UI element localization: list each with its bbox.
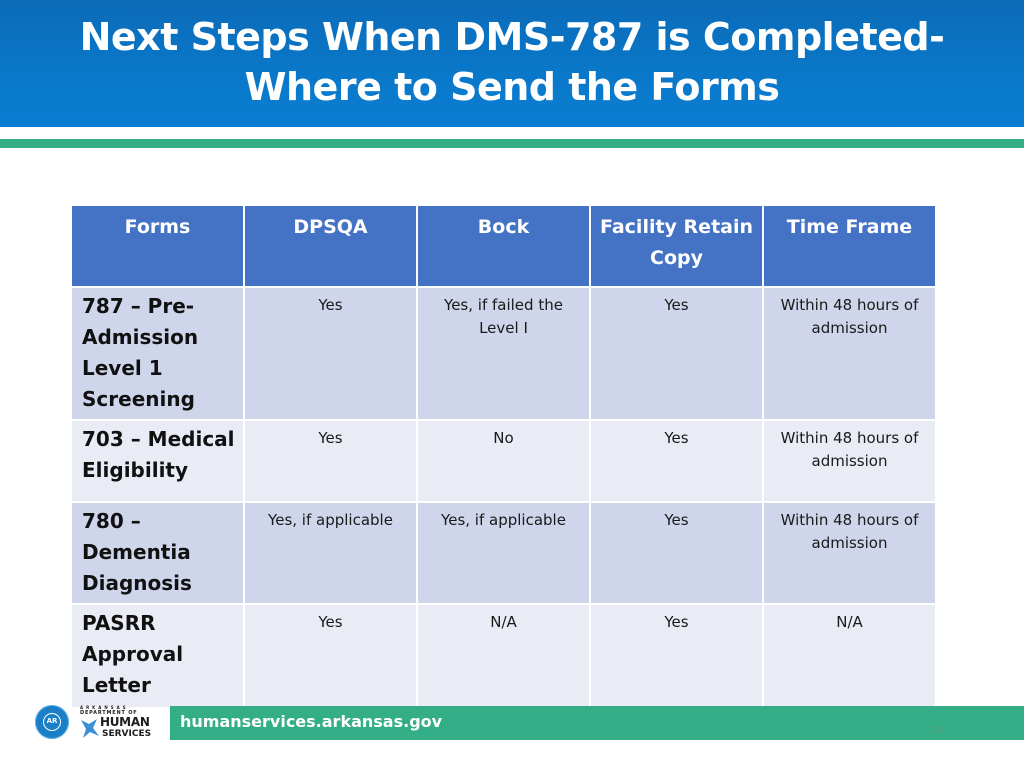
page-number: 24 xyxy=(930,724,944,737)
logo-services-text: SERVICES xyxy=(102,729,152,739)
time-frame-cell: Within 48 hours of admission xyxy=(762,419,937,503)
forms-routing-table: Forms DPSQA Bock Facility Retain Copy Ti… xyxy=(70,204,937,709)
slide-title: Next Steps When DMS-787 is Completed- Wh… xyxy=(0,12,1024,112)
dhs-star-logo-icon xyxy=(81,719,99,738)
bock-cell: N/A xyxy=(416,603,591,709)
facility-retain-copy-cell: Yes xyxy=(589,286,764,421)
table-row: 787 – Pre-Admission Level 1 Screening Ye… xyxy=(70,286,937,421)
table-header-row: Forms DPSQA Bock Facility Retain Copy Ti… xyxy=(70,204,937,288)
form-name-cell: 787 – Pre-Admission Level 1 Screening xyxy=(70,286,245,421)
column-header-dpsqa: DPSQA xyxy=(243,204,418,288)
accent-divider xyxy=(0,139,1024,148)
bock-cell: Yes, if failed the Level I xyxy=(416,286,591,421)
dpsqa-cell: Yes xyxy=(243,419,418,503)
table-row: 703 – Medical Eligibility Yes No Yes Wit… xyxy=(70,419,937,503)
dpsqa-cell: Yes, if applicable xyxy=(243,501,418,605)
website-link[interactable]: humanservices.arkansas.gov xyxy=(180,711,442,733)
form-name-cell: 703 – Medical Eligibility xyxy=(70,419,245,503)
form-name-cell: PASRR Approval Letter xyxy=(70,603,245,709)
slide-header: Next Steps When DMS-787 is Completed- Wh… xyxy=(0,0,1024,127)
time-frame-cell: N/A xyxy=(762,603,937,709)
table-row: 780 – Dementia Diagnosis Yes, if applica… xyxy=(70,501,937,605)
form-name-cell: 780 – Dementia Diagnosis xyxy=(70,501,245,605)
time-frame-cell: Within 48 hours of admission xyxy=(762,501,937,605)
seal-label: AR xyxy=(43,713,61,731)
facility-retain-copy-cell: Yes xyxy=(589,419,764,503)
logo-human-text: HUMAN xyxy=(100,715,150,729)
bock-cell: No xyxy=(416,419,591,503)
facility-retain-copy-cell: Yes xyxy=(589,603,764,709)
title-line-2: Where to Send the Forms xyxy=(244,65,780,109)
footer-bar: humanservices.arkansas.gov xyxy=(170,706,1024,740)
time-frame-cell: Within 48 hours of admission xyxy=(762,286,937,421)
dpsqa-cell: Yes xyxy=(243,286,418,421)
column-header-forms: Forms xyxy=(70,204,245,288)
bock-cell: Yes, if applicable xyxy=(416,501,591,605)
table-row: PASRR Approval Letter Yes N/A Yes N/A xyxy=(70,603,937,709)
dhs-logo: ARKANSAS DEPARTMENT OF HUMAN SERVICES xyxy=(80,705,155,740)
column-header-facility-retain-copy: Facility Retain Copy xyxy=(589,204,764,288)
title-line-1: Next Steps When DMS-787 is Completed- xyxy=(79,15,945,59)
arkansas-state-seal-icon: AR xyxy=(35,705,69,739)
facility-retain-copy-cell: Yes xyxy=(589,501,764,605)
column-header-time-frame: Time Frame xyxy=(762,204,937,288)
dpsqa-cell: Yes xyxy=(243,603,418,709)
column-header-bock: Bock xyxy=(416,204,591,288)
